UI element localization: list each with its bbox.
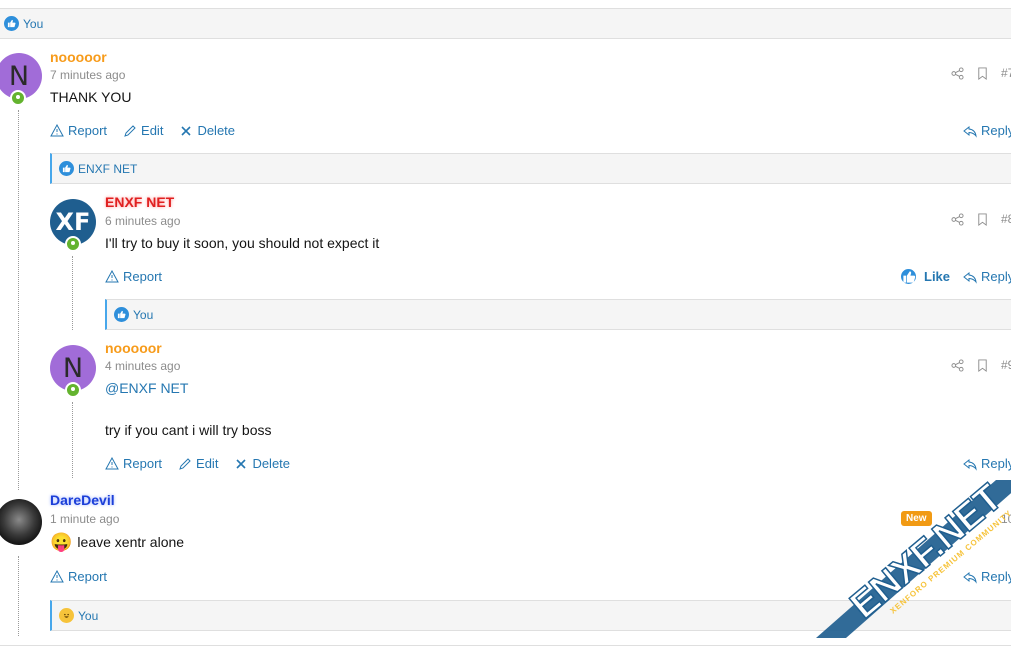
post-tools: 10 xyxy=(1001,512,1011,526)
thread-line xyxy=(18,556,19,636)
tongue-emoji-icon: 😛 xyxy=(50,532,73,552)
mention-link[interactable]: @ENXF NET xyxy=(105,380,188,396)
post-number[interactable]: #7 xyxy=(1001,66,1011,80)
like-button[interactable]: Like xyxy=(901,269,950,284)
report-button[interactable]: Report xyxy=(50,569,107,584)
bottom-divider xyxy=(0,645,1011,646)
post-content: try if you cant i will try boss xyxy=(105,422,272,438)
post-number[interactable]: #8 xyxy=(1001,212,1011,226)
report-button[interactable]: Report xyxy=(105,269,162,284)
pencil-icon xyxy=(179,457,191,470)
avatar[interactable] xyxy=(0,499,42,545)
reaction-label: You xyxy=(78,608,99,623)
reaction-label: ENXF NET xyxy=(78,161,138,176)
report-button[interactable]: Report xyxy=(105,456,162,471)
reply-button[interactable]: Reply xyxy=(963,569,1011,584)
post-tools: #8 xyxy=(951,212,1011,226)
online-status-icon xyxy=(65,382,81,398)
thread-line xyxy=(18,110,19,490)
share-icon[interactable] xyxy=(951,358,964,372)
bookmark-icon[interactable] xyxy=(976,66,989,80)
edit-button[interactable]: Edit xyxy=(123,123,163,138)
reply-button[interactable]: Reply xyxy=(963,123,1011,138)
like-reaction-icon xyxy=(59,161,74,176)
reply-button[interactable]: Reply xyxy=(963,269,1011,284)
username[interactable]: nooooor xyxy=(105,340,162,356)
new-badge: New xyxy=(901,511,932,526)
reaction-label: You xyxy=(23,16,44,31)
reaction-bar-top[interactable]: You xyxy=(0,8,1011,39)
online-status-icon xyxy=(10,90,26,106)
delete-button[interactable]: Delete xyxy=(179,123,235,138)
like-reaction-icon xyxy=(4,16,19,31)
close-icon xyxy=(236,458,247,469)
warning-icon xyxy=(50,123,64,136)
post-time[interactable]: 7 minutes ago xyxy=(50,68,125,82)
post-tools: #7 xyxy=(951,66,1011,80)
post-number[interactable]: #9 xyxy=(1001,358,1011,372)
post-time[interactable]: 1 minute ago xyxy=(50,512,119,526)
close-icon xyxy=(181,125,192,136)
username[interactable]: nooooor xyxy=(50,49,107,65)
reply-icon xyxy=(963,125,977,138)
reply-icon xyxy=(963,458,977,471)
warning-icon xyxy=(105,456,119,469)
post-tools: #9 xyxy=(951,358,1011,372)
reply-button[interactable]: Reply xyxy=(963,456,1011,471)
post-text: leave xentr alone xyxy=(77,534,185,550)
post-actions: Report xyxy=(105,269,162,284)
reaction-bar[interactable]: ENXF NET xyxy=(50,153,1011,184)
post-time[interactable]: 6 minutes ago xyxy=(105,214,180,228)
reaction-label: You xyxy=(133,307,154,322)
username[interactable]: ENXF NET xyxy=(105,194,174,210)
online-status-icon xyxy=(65,236,81,252)
share-icon[interactable] xyxy=(951,212,964,226)
like-icon xyxy=(901,269,916,284)
reaction-bar[interactable]: You xyxy=(50,600,1011,631)
pencil-icon xyxy=(124,124,136,137)
thread-line xyxy=(72,256,73,330)
post-actions: Report xyxy=(50,569,107,584)
post-time[interactable]: 4 minutes ago xyxy=(105,359,180,373)
post-content: 😛 leave xentr alone xyxy=(50,533,184,551)
thread-line xyxy=(72,402,73,478)
like-reaction-icon xyxy=(114,307,129,322)
edit-button[interactable]: Edit xyxy=(178,456,218,471)
reply-icon xyxy=(963,271,977,284)
warning-icon xyxy=(50,569,64,582)
haha-reaction-icon xyxy=(59,608,74,623)
post-content: I'll try to buy it soon, you should not … xyxy=(105,235,380,251)
post-content: THANK YOU xyxy=(50,89,132,105)
delete-button[interactable]: Delete xyxy=(234,456,290,471)
bookmark-icon[interactable] xyxy=(976,358,989,372)
warning-icon xyxy=(105,269,119,282)
post-actions: Report Edit Delete xyxy=(105,456,290,471)
post-number[interactable]: 10 xyxy=(1001,512,1011,526)
bookmark-icon[interactable] xyxy=(976,212,989,226)
username[interactable]: DareDevil xyxy=(50,492,115,508)
report-button[interactable]: Report xyxy=(50,123,107,138)
reaction-bar[interactable]: You xyxy=(105,299,1011,330)
share-icon[interactable] xyxy=(951,66,964,80)
post-actions: Report Edit Delete xyxy=(50,123,235,138)
reply-icon xyxy=(963,571,977,584)
